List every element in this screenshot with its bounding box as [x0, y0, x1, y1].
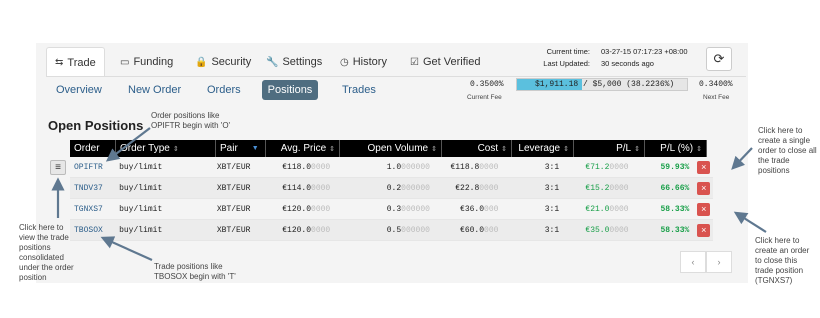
arrow-trade-t	[100, 236, 153, 262]
annotation-close-one: Click here to create an order to close t…	[755, 236, 810, 285]
annotation-view: Click here to view the trade positions c…	[19, 223, 74, 282]
annotation-close-all: Click here to create a single order to c…	[758, 126, 817, 175]
arrow-close-all	[731, 147, 753, 170]
annotation-order-positions: Order positions like OPIFTR begin with '…	[151, 111, 231, 130]
annotation-trade-positions: Trade positions like TBOSOX begin with '…	[154, 262, 236, 281]
annotation-arrows	[51, 127, 767, 262]
arrow-close-one	[733, 211, 767, 233]
stage: ⇆ Trade ▭ Funding 🔒 Security 🔧 Settings ◷ His…	[0, 0, 820, 318]
arrow-order-o	[105, 127, 151, 162]
